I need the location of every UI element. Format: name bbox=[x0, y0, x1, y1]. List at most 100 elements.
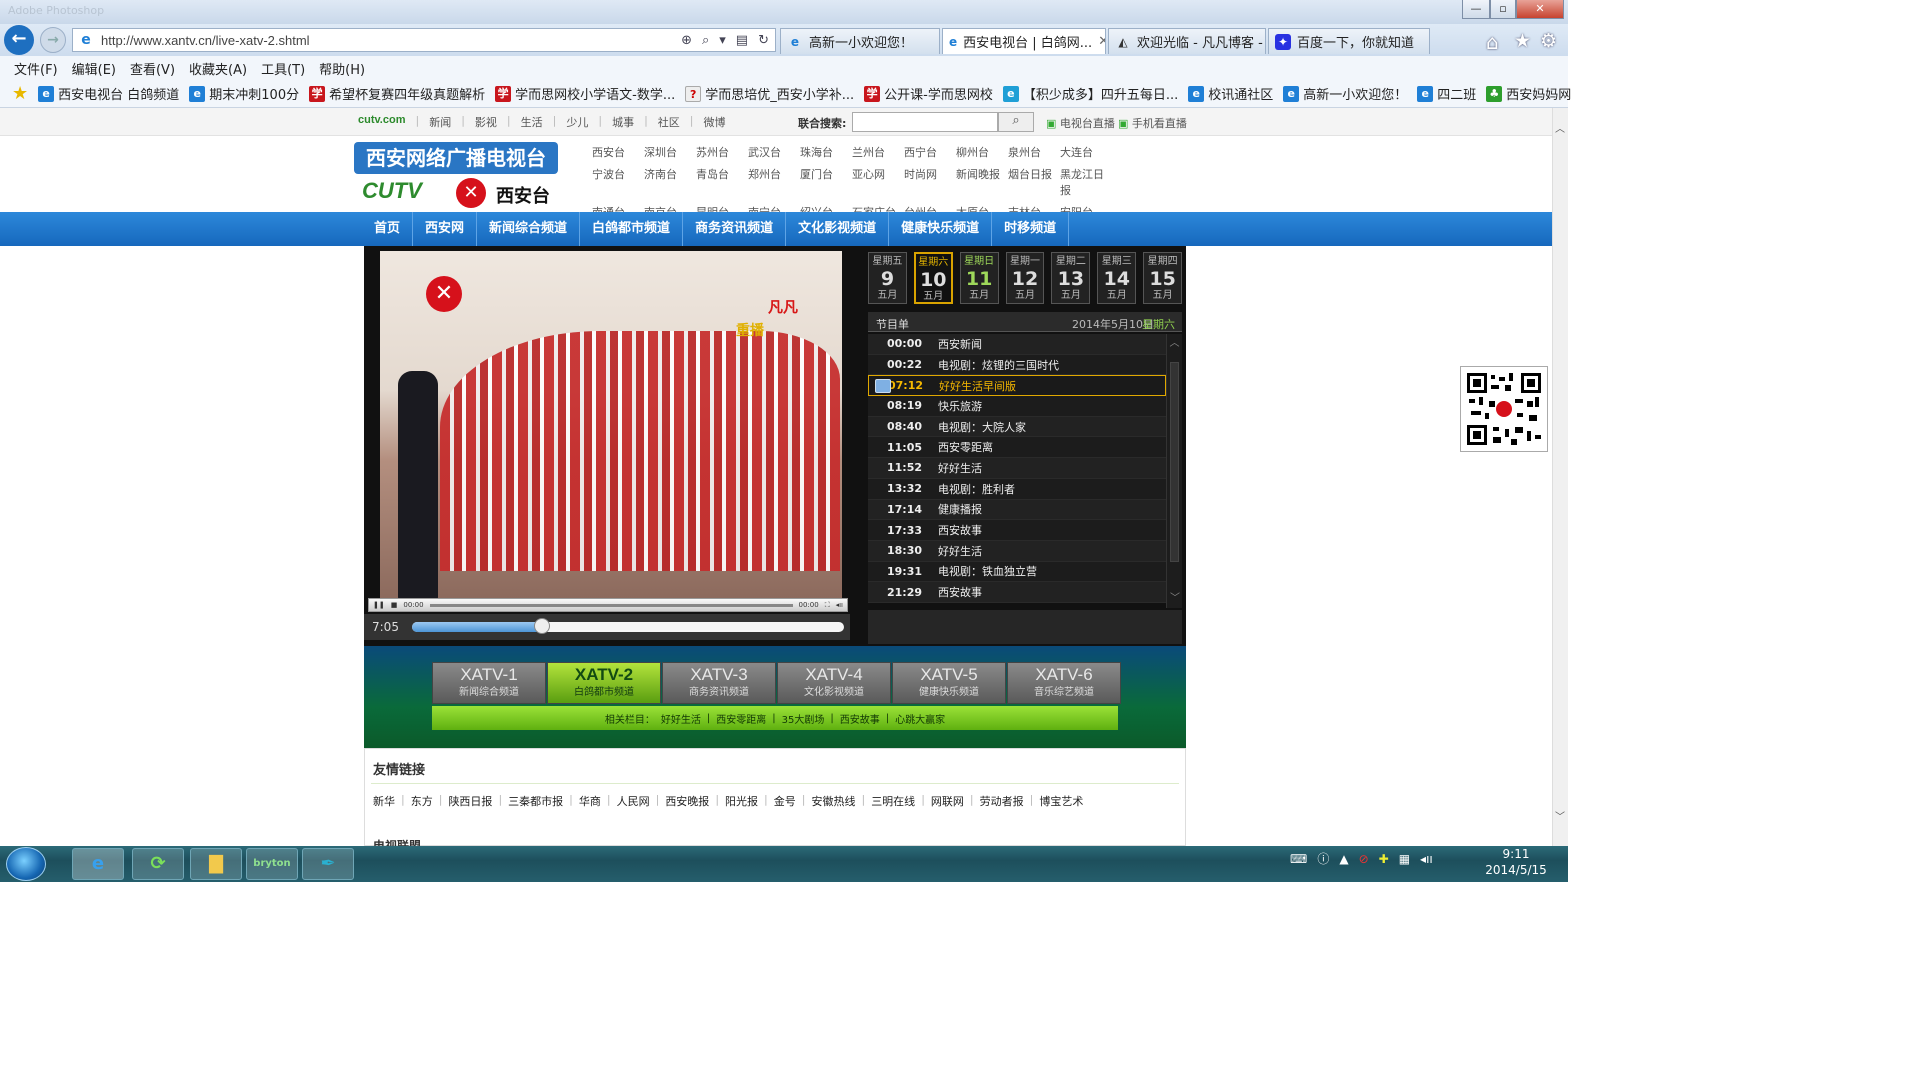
program-row[interactable]: 08:19 快乐旅游 bbox=[868, 396, 1166, 417]
channel-tab[interactable]: XATV-5 健康快乐频道 bbox=[892, 662, 1006, 704]
station-link[interactable]: 武汉台 bbox=[748, 144, 800, 160]
feather-taskbar-icon[interactable]: ✒ bbox=[302, 848, 354, 880]
stop-icon[interactable]: ■ bbox=[391, 601, 398, 609]
volume-icon[interactable]: ◂ıı bbox=[836, 601, 843, 609]
refresh-icon[interactable]: ↻ bbox=[758, 33, 769, 48]
friend-link[interactable]: 陕西日报 bbox=[448, 793, 492, 809]
epg-day[interactable]: 星期五 9 五月 bbox=[868, 252, 907, 304]
station-link[interactable]: 泉州台 bbox=[1008, 144, 1060, 160]
epg-day[interactable]: 星期一 12 五月 bbox=[1005, 252, 1045, 304]
related-link[interactable]: 好好生活 bbox=[661, 711, 701, 726]
favorite-item[interactable]: e 西安电视台 白鸽频道 bbox=[38, 84, 179, 103]
program-row[interactable]: 11:52 好好生活 bbox=[868, 458, 1166, 479]
keyboard-icon[interactable]: ⌨ bbox=[1290, 852, 1307, 866]
channel-tab[interactable]: XATV-1 新闻综合频道 bbox=[432, 662, 546, 704]
friend-link[interactable]: 华商 bbox=[579, 793, 601, 809]
channel-tab[interactable]: XATV-6 音乐综艺频道 bbox=[1007, 662, 1121, 704]
start-button[interactable] bbox=[6, 847, 46, 881]
address-url[interactable]: http://www.xantv.cn/live-xatv-2.shtml bbox=[101, 33, 310, 48]
bryton-taskbar-icon[interactable]: bryton bbox=[246, 848, 298, 880]
friend-link[interactable]: 东方 bbox=[411, 793, 433, 809]
epg-scrollbar[interactable]: ︿ ﹀ bbox=[1166, 334, 1182, 608]
scroll-up-icon[interactable]: ︿ bbox=[1555, 120, 1565, 135]
program-row[interactable]: 00:00 西安新闻 bbox=[868, 334, 1166, 355]
program-row[interactable]: 00:22 电视剧：炫锂的三国时代 bbox=[868, 354, 1166, 376]
topnav-link[interactable]: 社区 bbox=[658, 114, 680, 130]
station-link[interactable]: 柳州台 bbox=[956, 144, 1008, 160]
menu-view[interactable]: 查看(V) bbox=[130, 59, 175, 78]
friend-link[interactable]: 新华 bbox=[373, 793, 395, 809]
station-link[interactable]: 西安台 bbox=[592, 144, 644, 160]
favorite-item[interactable]: 学学而思网校小学语文-数学... bbox=[495, 84, 675, 103]
station-link[interactable]: 青岛台 bbox=[696, 166, 748, 198]
channel-tab[interactable]: XATV-4 文化影视频道 bbox=[777, 662, 891, 704]
home-icon[interactable]: ⌂ bbox=[1486, 30, 1499, 54]
friend-link[interactable]: 博宝艺术 bbox=[1039, 793, 1083, 809]
nav-business-channel[interactable]: 商务资讯频道 bbox=[683, 212, 787, 246]
epg-day[interactable]: 星期二 13 五月 bbox=[1051, 252, 1091, 304]
station-link[interactable]: 烟台日报 bbox=[1008, 166, 1060, 198]
menu-help[interactable]: 帮助(H) bbox=[319, 59, 365, 78]
help-icon[interactable]: ⓘ bbox=[1317, 850, 1329, 867]
epg-day[interactable]: 星期四 15 五月 bbox=[1143, 252, 1183, 304]
blocked-icon[interactable]: ⊘ bbox=[1359, 852, 1369, 866]
station-link[interactable]: 厦门台 bbox=[800, 166, 852, 198]
favorite-item[interactable]: e 期末冲刺100分 bbox=[189, 84, 299, 103]
nav-city-channel[interactable]: 白鸽都市频道 bbox=[580, 212, 684, 246]
favorite-item[interactable]: e 四二班 bbox=[1417, 84, 1476, 103]
video-progress-track[interactable] bbox=[429, 603, 793, 607]
ie-green-taskbar-icon[interactable]: ⟳ bbox=[132, 848, 184, 880]
channel-tab[interactable]: XATV-3 商务资讯频道 bbox=[662, 662, 776, 704]
friend-link[interactable]: 金号 bbox=[774, 793, 796, 809]
station-link[interactable]: 亚心网 bbox=[852, 166, 904, 198]
site-search-input[interactable] bbox=[852, 112, 998, 132]
minimize-button[interactable]: — bbox=[1462, 0, 1490, 19]
favorite-item[interactable]: e 校讯通社区 bbox=[1188, 84, 1273, 103]
dropdown-icon[interactable]: ▾ bbox=[719, 33, 726, 48]
favorite-item[interactable]: ♣ 西安妈妈网 bbox=[1486, 84, 1571, 103]
menu-favorites[interactable]: 收藏夹(A) bbox=[189, 59, 247, 78]
epg-scroll-thumb[interactable] bbox=[1170, 362, 1179, 562]
topnav-link[interactable]: 少儿 bbox=[566, 114, 588, 130]
nav-news-channel[interactable]: 新闻综合频道 bbox=[477, 212, 581, 246]
station-link[interactable]: 兰州台 bbox=[852, 144, 904, 160]
program-row[interactable]: 19:31 电视剧：铁血独立营 bbox=[868, 561, 1166, 583]
program-row[interactable]: 13:32 电视剧：胜利者 bbox=[868, 478, 1166, 500]
tv-live-link[interactable]: ▣ 电视台直播 bbox=[1046, 115, 1115, 131]
nav-culture-channel[interactable]: 文化影视频道 bbox=[786, 212, 890, 246]
tray-arrow-icon[interactable]: ▲ bbox=[1339, 852, 1348, 866]
scroll-down-icon[interactable]: ﹀ bbox=[1555, 808, 1565, 823]
favorite-item[interactable]: 学希望杯复赛四年级真题解析 bbox=[309, 84, 485, 103]
program-row[interactable]: 18:30 好好生活 bbox=[868, 540, 1166, 562]
epg-day[interactable]: 星期三 14 五月 bbox=[1097, 252, 1137, 304]
station-link[interactable]: 时尚网 bbox=[904, 166, 956, 198]
search-icon[interactable]: ⌕ bbox=[702, 33, 709, 48]
topnav-link[interactable]: 城事 bbox=[612, 114, 634, 130]
compat-icon[interactable]: ⊕ bbox=[681, 33, 692, 48]
nav-home[interactable]: 首页 bbox=[362, 212, 414, 246]
gear-icon[interactable]: ⚙ bbox=[1540, 30, 1557, 52]
menu-edit[interactable]: 编辑(E) bbox=[72, 59, 116, 78]
compatibility-view-icon[interactable]: ▤ bbox=[736, 33, 748, 48]
station-link[interactable]: 黑龙江日报 bbox=[1060, 166, 1112, 198]
program-row[interactable]: 07:12 好好生活早间版 bbox=[868, 375, 1166, 397]
close-window-button[interactable]: ✕ bbox=[1516, 0, 1564, 19]
topnav-link[interactable]: 影视 bbox=[475, 114, 497, 130]
station-link[interactable]: 郑州台 bbox=[748, 166, 800, 198]
program-row[interactable]: 17:33 西安故事 bbox=[868, 520, 1166, 541]
friend-link[interactable]: 三秦都市报 bbox=[508, 793, 563, 809]
station-link[interactable]: 新闻晚报 bbox=[956, 166, 1008, 198]
friend-link[interactable]: 人民网 bbox=[617, 793, 650, 809]
menu-file[interactable]: 文件(F) bbox=[14, 59, 58, 78]
related-link[interactable]: 西安故事 bbox=[840, 711, 880, 726]
program-row[interactable]: 21:29 西安故事 bbox=[868, 582, 1166, 603]
program-row[interactable]: 11:05 西安零距离 bbox=[868, 437, 1166, 459]
site-logo-title[interactable]: 西安网络广播电视台 bbox=[354, 142, 558, 174]
menu-tools[interactable]: 工具(T) bbox=[261, 59, 305, 78]
favorite-item[interactable]: ? 学而思培优_西安小学补... bbox=[685, 84, 854, 103]
cutv-brand-link[interactable]: cutv.com bbox=[358, 114, 405, 130]
nav-xian-net[interactable]: 西安网 bbox=[413, 212, 478, 246]
network-icon[interactable]: ▦ bbox=[1399, 852, 1410, 866]
nav-health-channel[interactable]: 健康快乐频道 bbox=[889, 212, 993, 246]
scroll-down-icon[interactable]: ﹀ bbox=[1170, 589, 1180, 604]
